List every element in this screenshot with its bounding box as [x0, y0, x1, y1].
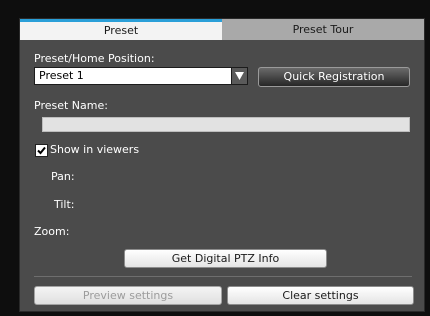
tab-bar: Preset Preset Tour	[20, 19, 424, 40]
preset-select-value: Preset 1	[39, 69, 84, 82]
quick-registration-button[interactable]: Quick Registration	[258, 67, 410, 87]
tilt-label: Tilt:	[54, 198, 75, 211]
divider	[34, 276, 412, 277]
preset-home-position-label: Preset/Home Position:	[34, 52, 155, 65]
preview-settings-button: Preview settings	[34, 286, 222, 305]
preset-name-label: Preset Name:	[34, 99, 108, 112]
checkmark-icon	[37, 146, 46, 155]
tab-preset[interactable]: Preset	[20, 19, 222, 40]
tab-preset-tour[interactable]: Preset Tour	[222, 19, 424, 40]
chevron-down-icon[interactable]	[231, 68, 247, 84]
preset-panel: Preset Preset Tour Preset/Home Position:…	[19, 18, 425, 312]
show-in-viewers-checkbox[interactable]	[35, 144, 48, 157]
zoom-label: Zoom:	[34, 225, 70, 238]
show-in-viewers-label: Show in viewers	[50, 143, 140, 156]
preset-name-input[interactable]	[42, 117, 410, 132]
get-digital-ptz-info-button[interactable]: Get Digital PTZ Info	[124, 249, 327, 268]
preset-select[interactable]: Preset 1	[34, 67, 248, 85]
pan-label: Pan:	[51, 170, 75, 183]
clear-settings-button[interactable]: Clear settings	[227, 286, 414, 305]
